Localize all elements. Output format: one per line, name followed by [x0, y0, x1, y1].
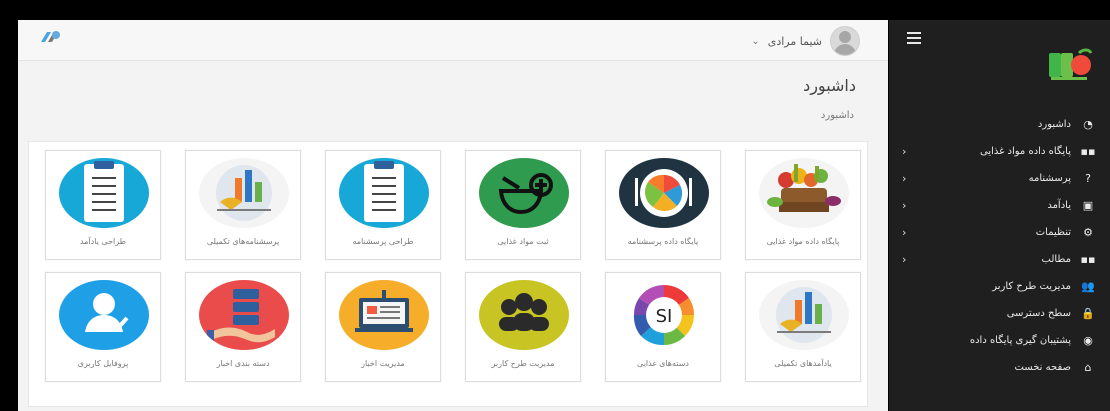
news-board-icon [339, 280, 429, 350]
tile-label: پایگاه داده پرسشنامه [627, 237, 699, 246]
sidebar-menu: ◔ داشبورد ▪▪ پایگاه داده مواد غذایی ‹ ? … [889, 111, 1110, 381]
tile-label: پایگاه داده مواد غذایی [766, 237, 840, 246]
sidebar-item-articles[interactable]: ▪▪ مطالب ‹ [889, 246, 1110, 273]
dashboard-icon: ◔ [1083, 118, 1093, 131]
tile-design-recall[interactable]: طراحی یادآمد [45, 150, 161, 260]
tile-label: پروفایل کاربری [77, 359, 129, 368]
sidebar-item-label: یادآمد [1047, 200, 1071, 211]
plate-icon [619, 158, 709, 228]
sidebar-item-dashboard[interactable]: ◔ داشبورد [889, 111, 1110, 138]
user-avatar[interactable] [830, 26, 860, 56]
tile-label: یادآمدهای تکمیلی [774, 359, 832, 368]
chevron-left-icon[interactable]: ‹ [902, 199, 906, 212]
home-icon: ⌂ [1084, 361, 1092, 374]
chevron-down-icon[interactable]: ⌄ [751, 36, 759, 47]
menu-toggle-icon[interactable] [907, 32, 921, 44]
sidebar-item-label: پایگاه داده مواد غذایی [979, 146, 1071, 157]
sidebar-item-questionnaire[interactable]: ? پرسشنامه ‹ [889, 165, 1110, 192]
sidebar-item-label: پرسشنامه [1028, 173, 1071, 184]
grid-icon: ▪▪ [1080, 253, 1096, 266]
fruits-basket-icon [759, 158, 849, 228]
tile-completed-questionnaires[interactable]: پرسشنامه‌های تکمیلی [185, 150, 301, 260]
sidebar-item-label: تنظیمات [1035, 227, 1071, 238]
clipboard-icon [59, 158, 149, 228]
tile-news-categories[interactable]: دسته بندی اخبار [185, 272, 301, 382]
tile-label: دسته بندی اخبار [216, 359, 270, 368]
sidebar-item-label: پشتیبان گیری پایگاه داده [969, 335, 1071, 346]
si-wheel-icon: SI [619, 280, 709, 350]
calendar-icon: ▣ [1082, 199, 1094, 212]
sidebar-item-label: صفحه نخست [1014, 362, 1071, 373]
tile-label: طراحی پرسشنامه [352, 237, 414, 246]
user-check-icon [59, 280, 149, 350]
sidebar-item-label: داشبورد [1037, 119, 1071, 130]
tile-register-food[interactable]: ثبت مواد غذایی [465, 150, 581, 260]
user-menu[interactable]: شیما مرادی ⌄ [751, 26, 860, 56]
svg-text:SI: SI [656, 306, 673, 327]
brand-logo-icon [1049, 48, 1093, 80]
tile-user-plan-management[interactable]: مدیریت طرح کاربر [465, 272, 581, 382]
tile-label: پرسشنامه‌های تکمیلی [206, 237, 280, 246]
tile-food-database[interactable]: پایگاه داده مواد غذایی [745, 150, 861, 260]
grid-icon: ▪▪ [1080, 145, 1096, 158]
dashboard-panel: پایگاه داده مواد غذایی پایگاه داده پرسشن… [28, 141, 868, 407]
sidebar-item-label: مدیریت طرح کاربر [992, 281, 1071, 292]
users-icon: 👥 [1081, 280, 1095, 293]
lock-icon: 🔒 [1081, 307, 1095, 320]
tile-food-groups[interactable]: SI دسته‌های غذایی [605, 272, 721, 382]
sidebar-item-food-database[interactable]: ▪▪ پایگاه داده مواد غذایی ‹ [889, 138, 1110, 165]
tile-news-management[interactable]: مدیریت اخبار [325, 272, 441, 382]
sidebar-item-settings[interactable]: ⚙ تنظیمات ‹ [889, 219, 1110, 246]
question-icon: ? [1085, 172, 1091, 185]
bowl-plus-icon [479, 158, 569, 228]
sidebar-item-database-backup[interactable]: ◉ پشتیبان گیری پایگاه داده [889, 327, 1110, 354]
sidebar-item-access-level[interactable]: 🔒 سطح دسترسی [889, 300, 1110, 327]
clipboard-icon [339, 158, 429, 228]
main-content: شیما مرادی ⌄ داشبورد داشبورد پایگاه داده… [18, 20, 888, 411]
server-hand-icon [199, 280, 289, 350]
tiles-grid: پایگاه داده مواد غذایی پایگاه داده پرسشن… [37, 150, 861, 398]
tile-label: مدیریت طرح کاربر [491, 359, 555, 368]
chevron-left-icon[interactable]: ‹ [902, 226, 906, 239]
tile-completed-recalls[interactable]: یادآمدهای تکمیلی [745, 272, 861, 382]
settings-icon: ⚙ [1083, 226, 1093, 239]
sidebar-item-label: مطالب [1041, 254, 1071, 265]
breadcrumb[interactable]: داشبورد [821, 110, 854, 121]
tile-label: طراحی یادآمد [79, 237, 127, 246]
username[interactable]: شیما مرادی [768, 35, 822, 48]
sidebar-item-home[interactable]: ⌂ صفحه نخست [889, 354, 1110, 381]
tile-questionnaire-database[interactable]: پایگاه داده پرسشنامه [605, 150, 721, 260]
sidebar-item-label: سطح دسترسی [1006, 308, 1071, 319]
tile-label: مدیریت اخبار [361, 359, 405, 368]
charts-icon [759, 280, 849, 350]
tile-label: ثبت مواد غذایی [497, 237, 549, 246]
mini-logo-icon [41, 31, 60, 42]
right-sidebar: ◔ داشبورد ▪▪ پایگاه داده مواد غذایی ‹ ? … [889, 20, 1110, 411]
chevron-left-icon[interactable]: ‹ [902, 172, 906, 185]
tile-label: دسته‌های غذایی [637, 359, 689, 368]
page-title: داشبورد [803, 76, 856, 95]
database-icon: ◉ [1083, 334, 1093, 347]
group-icon [479, 280, 569, 350]
chevron-left-icon[interactable]: ‹ [902, 253, 906, 266]
charts-icon [199, 158, 289, 228]
sidebar-item-recall[interactable]: ▣ یادآمد ‹ [889, 192, 1110, 219]
tile-design-questionnaire[interactable]: طراحی پرسشنامه [325, 150, 441, 260]
tile-user-profile[interactable]: پروفایل کاربری [45, 272, 161, 382]
chevron-left-icon[interactable]: ‹ [902, 145, 906, 158]
top-navbar: شیما مرادی ⌄ [18, 20, 888, 61]
sidebar-item-user-plan-management[interactable]: 👥 مدیریت طرح کاربر [889, 273, 1110, 300]
